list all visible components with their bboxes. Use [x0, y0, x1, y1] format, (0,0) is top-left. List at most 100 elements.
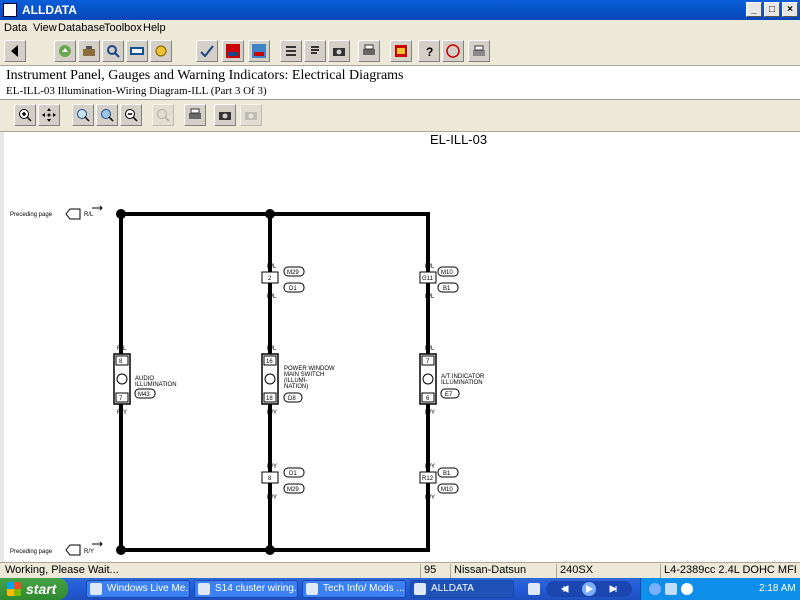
document-header: Instrument Panel, Gauges and Warning Ind… [0, 66, 800, 100]
branch2-component-name: POWER WINDOW MAIN SWITCH (ILLUMI-NATION) [284, 366, 335, 390]
media-controls-icons [560, 582, 618, 596]
main-toolbar: ? [0, 36, 800, 66]
branch3-connector: E7 [445, 392, 453, 398]
zoom-out-button[interactable] [120, 104, 142, 126]
print-button[interactable] [358, 40, 380, 62]
branch2-wire-above-switch: R/L [267, 346, 277, 352]
branch2-low-wire2: R/Y [267, 495, 277, 501]
car-button[interactable] [248, 40, 270, 62]
camera-icon [245, 112, 257, 120]
menu-help[interactable]: Help [143, 22, 166, 34]
zoom-fit-icon [101, 109, 114, 122]
clock[interactable]: 2:18 AM [759, 583, 796, 594]
search-button[interactable] [102, 40, 124, 62]
help-icon: ? [426, 45, 433, 58]
menu-database[interactable]: Database [58, 22, 105, 34]
car-icon [252, 44, 266, 58]
task-tech-info-mods[interactable]: Tech Info/ Mods ... [302, 580, 406, 598]
tools-button[interactable] [78, 40, 100, 62]
az-index-icon [446, 44, 460, 58]
task-s14-cluster-wiring[interactable]: S14 cluster wiring... [194, 580, 298, 598]
branch2-conn1-a: M29 [287, 270, 299, 276]
minimize-button[interactable]: _ [746, 2, 762, 17]
print-icon [363, 44, 375, 55]
snapshot-disabled-button[interactable] [240, 104, 262, 126]
volume-icon[interactable] [649, 583, 661, 595]
maximize-button[interactable]: □ [764, 2, 780, 17]
branch3-wire-below-indicator: R/Y [425, 410, 435, 416]
tsb-icon [130, 47, 144, 55]
alldata-icon [414, 583, 426, 595]
camera-button[interactable] [328, 40, 350, 62]
menu-toolbox[interactable]: Toolbox [104, 22, 142, 34]
page-subtitle: EL-ILL-03 Illumination-Wiring Diagram-IL… [6, 85, 267, 97]
wiring-diagram: EL-ILL-03 Preceding page R/L Preceding p… [10, 132, 487, 556]
menu-view[interactable]: View [33, 22, 57, 34]
taskbar: start Windows Live Me... S14 cluster wir… [0, 578, 800, 600]
network-icon[interactable] [665, 583, 677, 595]
check-icon [200, 45, 214, 58]
pan-arrows-icon [42, 108, 56, 122]
zoom-out-icon [125, 109, 138, 122]
back-button[interactable] [4, 40, 26, 62]
camera-icon [333, 48, 345, 56]
close-button[interactable]: × [782, 2, 798, 17]
browser-icon [198, 583, 210, 595]
branch1-component-name: AUDIO ILLUMINATION [135, 376, 177, 388]
tools-icon [83, 46, 95, 56]
help-tray-icon[interactable] [528, 583, 540, 595]
windows-logo-icon [7, 582, 21, 596]
tsb-button[interactable] [126, 40, 148, 62]
branch1-connector: M43 [138, 392, 150, 398]
fax-icon [473, 45, 485, 56]
home-button[interactable] [54, 40, 76, 62]
branch3-top-wire2: R/L [425, 294, 435, 300]
view-toolbar [0, 100, 800, 132]
status-engine: L4-2389cc 2.4L DOHC MFI (KA2 [660, 564, 800, 578]
start-button[interactable]: start [0, 578, 68, 600]
fax-button[interactable] [468, 40, 490, 62]
component-icon [155, 45, 167, 57]
branch1-top-wire-label: R/L [117, 346, 127, 352]
status-model: 240SX [556, 564, 658, 578]
pan-button[interactable] [38, 104, 60, 126]
task-label: Windows Live Me... [107, 583, 190, 594]
zoom-disabled-button[interactable] [152, 104, 174, 126]
page-title: Instrument Panel, Gauges and Warning Ind… [6, 68, 404, 83]
power-window-switch-component: R/L 2 M29 D1 R/L R/L 16 18 R/Y POWER WIN… [261, 264, 335, 501]
branch2-wire-below-switch: R/Y [267, 410, 277, 416]
help-button[interactable]: ? [418, 40, 440, 62]
media-player-controls[interactable] [546, 581, 632, 597]
task-alldata[interactable]: ALLDATA [410, 580, 514, 598]
branch3-low-wire1: R/Y [425, 464, 435, 470]
wiring-diagram-canvas[interactable]: EL-ILL-03 Preceding page R/L Preceding p… [0, 132, 800, 562]
wire-color-top-left: R/L [84, 212, 94, 218]
preceding-page-top-arrow [65, 208, 81, 220]
branch2-connector: D8 [288, 396, 296, 402]
zoom-fit-button[interactable] [96, 104, 118, 126]
component-button[interactable] [150, 40, 172, 62]
zoom-in-button[interactable] [14, 104, 36, 126]
signal-arrow-bottom [92, 541, 103, 547]
new-car-icon [226, 44, 240, 58]
status-make: Nissan-Datsun [450, 564, 554, 578]
camera-icon [219, 112, 231, 120]
snapshot-button[interactable] [214, 104, 236, 126]
branch2-conn2-a: D1 [289, 471, 297, 477]
messenger-tray-icon[interactable] [681, 583, 693, 595]
az-index-button[interactable] [442, 40, 464, 62]
zoom-100-button[interactable] [72, 104, 94, 126]
new-car-button[interactable] [222, 40, 244, 62]
list-button[interactable] [280, 40, 302, 62]
doc-button[interactable] [304, 40, 326, 62]
note-button[interactable] [390, 40, 412, 62]
check-button[interactable] [196, 40, 218, 62]
zoom-100-icon [77, 109, 90, 122]
menu-data[interactable]: Data [4, 22, 27, 34]
task-windows-live-messenger[interactable]: Windows Live Me... [86, 580, 190, 598]
start-label: start [26, 581, 57, 597]
system-tray: 2:18 AM [640, 578, 800, 600]
print-diagram-button[interactable] [184, 104, 206, 126]
window-title: ALLDATA [22, 3, 77, 17]
branch3-conn1-pin: G11 [422, 276, 434, 282]
